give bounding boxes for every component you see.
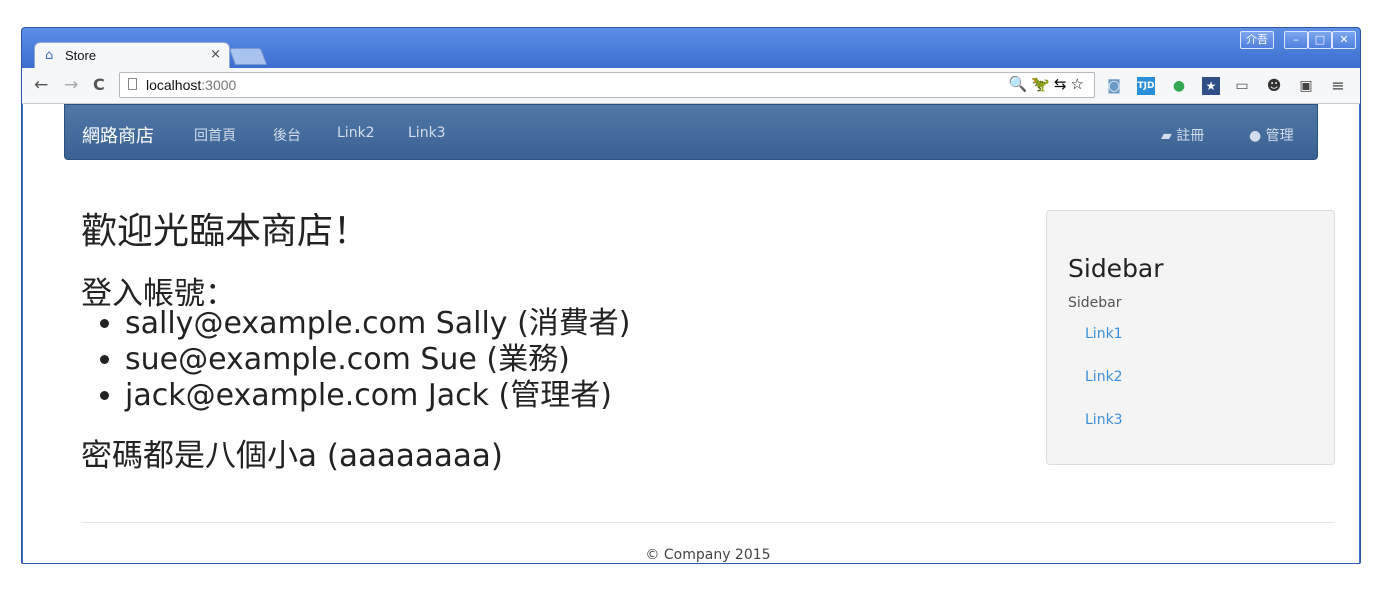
sidebar-link1[interactable]: Link1 [1085, 326, 1123, 342]
minimize-button[interactable]: – [1284, 31, 1308, 49]
tab-title: Store [65, 48, 97, 63]
star-badge-icon[interactable]: ★ [1202, 77, 1220, 95]
cat-icon[interactable]: ☻ [1265, 77, 1283, 95]
forward-button[interactable]: → [64, 75, 78, 95]
tab-store[interactable]: ⌂ Store × [34, 42, 230, 68]
address-bar[interactable]: localhost:3000 🔍🦖⇆☆ [119, 72, 1095, 98]
account-list: sally@example.com Sally (消費者) sue@exampl… [81, 306, 631, 414]
sidebar: Sidebar Sidebar Link1 Link2 Link3 [1046, 210, 1335, 465]
book-icon: ▰ [1161, 128, 1172, 144]
sidebar-heading: Sidebar [1068, 254, 1164, 283]
nav-link2[interactable]: Link2 [337, 125, 375, 141]
title-bar: 介吾 – □ ✕ ⌂ Store × [22, 28, 1360, 68]
nav-admin[interactable]: ● 管理 [1249, 125, 1294, 145]
register-label: 註冊 [1176, 128, 1205, 144]
welcome-heading: 歡迎光臨本商店！ [81, 211, 370, 252]
admin-label: 管理 [1265, 128, 1294, 144]
browser-toolbar: ← → C localhost:3000 🔍🦖⇆☆ ◙ TJD ● ★ ▭ ☻ … [22, 68, 1360, 104]
sidebar-link3[interactable]: Link3 [1085, 412, 1123, 428]
wallet-icon[interactable]: ▣ [1297, 77, 1315, 95]
browser-window: 介吾 – □ ✕ ⌂ Store × ← → C localhost:3000 … [21, 27, 1361, 564]
site-navbar: 網路商店 回首頁 後台 Link2 Link3 ▰ 註冊 ● 管理 [64, 104, 1318, 160]
nav-register[interactable]: ▰ 註冊 [1161, 125, 1204, 145]
sidebar-subtitle: Sidebar [1068, 295, 1122, 311]
tab-close-icon[interactable]: × [210, 47, 221, 62]
page-viewport: 網路商店 回首頁 後台 Link2 Link3 ▰ 註冊 ● 管理 歡迎光臨本商… [23, 104, 1359, 563]
new-tab-button[interactable] [228, 48, 268, 65]
maximize-button[interactable]: □ [1308, 31, 1332, 49]
reload-button[interactable]: C [93, 75, 105, 94]
user-icon: ● [1249, 128, 1262, 144]
url-host: localhost [146, 77, 202, 93]
url-port: :3000 [201, 77, 237, 93]
footer-divider [81, 522, 1335, 523]
brand-link[interactable]: 網路商店 [82, 122, 154, 148]
password-note: 密碼都是八個小a (aaaaaaaa) [81, 438, 504, 474]
list-item: jack@example.com Jack (管理者) [125, 378, 631, 414]
tjd-icon[interactable]: TJD [1137, 77, 1155, 95]
home-icon: ⌂ [45, 48, 54, 63]
list-item: sally@example.com Sally (消費者) [125, 306, 631, 342]
cast-icon[interactable]: ▭ [1233, 77, 1251, 95]
camera-icon[interactable]: ◙ [1105, 77, 1123, 95]
footer-text: © Company 2015 [645, 547, 771, 563]
leaf-icon[interactable]: ● [1170, 77, 1188, 95]
menu-icon[interactable]: ≡ [1329, 77, 1347, 95]
ime-indicator[interactable]: 介吾 [1240, 31, 1274, 49]
nav-link3[interactable]: Link3 [408, 125, 446, 141]
nav-backend[interactable]: 後台 [273, 125, 301, 145]
nav-home[interactable]: 回首頁 [194, 125, 236, 145]
page-icon [128, 78, 137, 90]
back-button[interactable]: ← [34, 75, 48, 95]
url-text: localhost:3000 [146, 77, 236, 93]
list-item: sue@example.com Sue (業務) [125, 342, 631, 378]
close-window-button[interactable]: ✕ [1332, 31, 1356, 49]
sidebar-link2[interactable]: Link2 [1085, 369, 1123, 385]
omnibox-icons[interactable]: 🔍🦖⇆☆ [1009, 75, 1088, 93]
